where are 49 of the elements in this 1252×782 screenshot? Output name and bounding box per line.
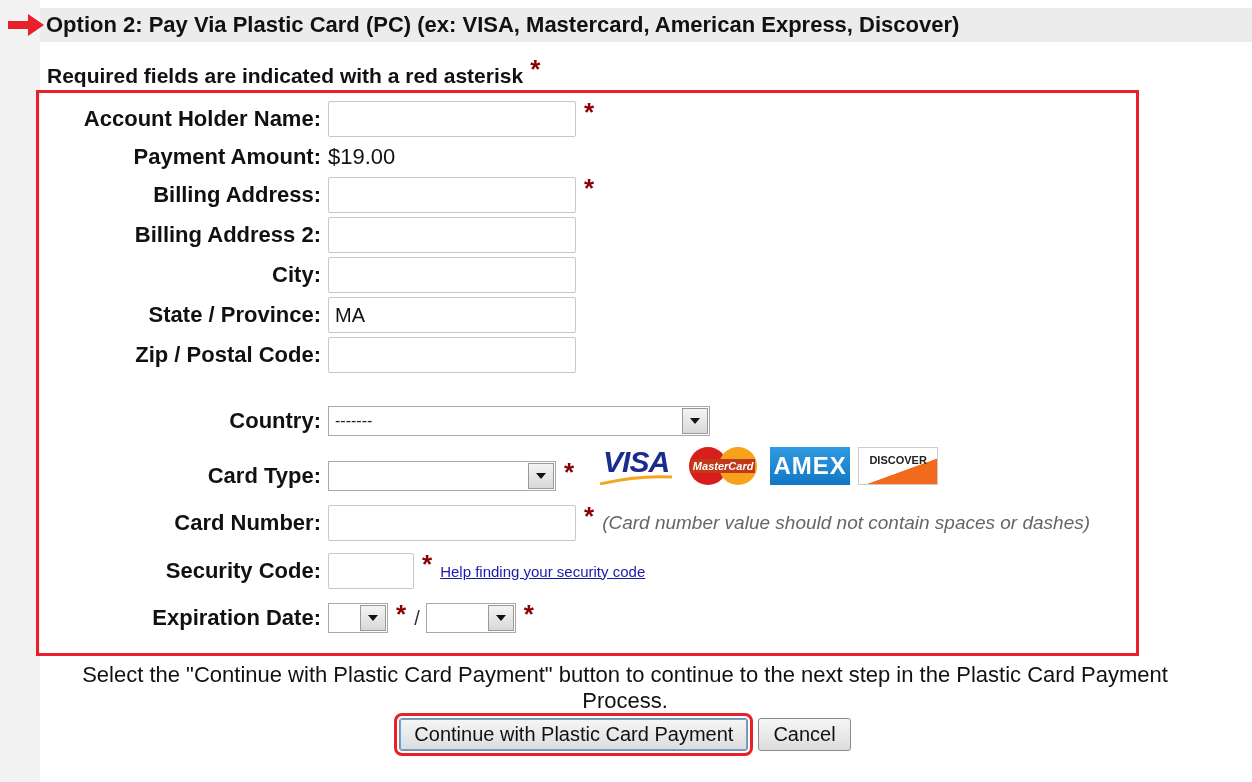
select-field[interactable] (425, 603, 516, 633)
caret-icon (368, 615, 378, 621)
required-mark: * (422, 549, 433, 580)
required-mark: * (530, 58, 541, 80)
caret-icon (495, 615, 506, 621)
text-field[interactable] (328, 101, 576, 137)
card-number-field[interactable] (328, 505, 576, 541)
hint-text: (Card number value should not contain spaces or dashes) (602, 512, 1091, 534)
caret-icon (536, 473, 546, 479)
instruction-text: Select the "Continue with Plastic Card Payment" button to continue to the next step in the Plastic Card Payment Process. (81, 662, 1169, 714)
required-mark: * (523, 599, 534, 630)
select-field[interactable] (328, 461, 556, 491)
date-separator: / (414, 606, 420, 630)
cancel-button[interactable]: Cancel (758, 718, 851, 751)
field-label: Billing Address: (152, 182, 321, 208)
required-mark: * (396, 599, 407, 630)
text-field[interactable]: MA (328, 297, 576, 333)
security-code-field[interactable] (328, 553, 414, 589)
discover-logo: DISCOVER (858, 447, 939, 485)
select-field[interactable] (328, 603, 388, 633)
visa-logo: VISA (596, 445, 677, 487)
field-label: Payment Amount: (132, 144, 321, 170)
section-title: Option 2: Pay Via Plastic Card (PC) (ex: VISA, Mastercard, American Express, Discover) (46, 12, 960, 38)
field-label: Expiration Date: (151, 605, 321, 631)
payment-amount: $19.00 (328, 144, 396, 170)
help-link[interactable]: Help finding your security code (440, 562, 646, 580)
field-label: Zip / Postal Code: (134, 342, 321, 368)
field-label: Account Holder Name: (82, 106, 321, 132)
field-label: City: (271, 262, 321, 288)
text-field[interactable] (328, 337, 576, 373)
amex-logo: AMEX (770, 447, 851, 485)
arrow-icon (8, 14, 44, 36)
required-note: Required fields are indicated with a red asterisk (47, 64, 524, 88)
caret-icon (690, 418, 700, 424)
required-mark: * (584, 501, 595, 532)
field-label: Country: (228, 408, 321, 434)
text-field[interactable] (328, 177, 576, 213)
required-mark: * (584, 97, 595, 128)
mastercard-logo: MasterCard (684, 446, 763, 486)
field-label: Card Number: (173, 510, 321, 536)
text-field[interactable] (328, 217, 576, 253)
required-mark: * (584, 173, 595, 204)
field-label: State / Province: (147, 302, 321, 328)
select-field[interactable]: ------- (328, 406, 710, 436)
required-mark: * (564, 457, 575, 488)
field-label: Security Code: (164, 558, 321, 584)
text-field[interactable] (328, 257, 576, 293)
field-label: Card Type: (206, 463, 321, 489)
field-label: Billing Address 2: (133, 222, 321, 248)
